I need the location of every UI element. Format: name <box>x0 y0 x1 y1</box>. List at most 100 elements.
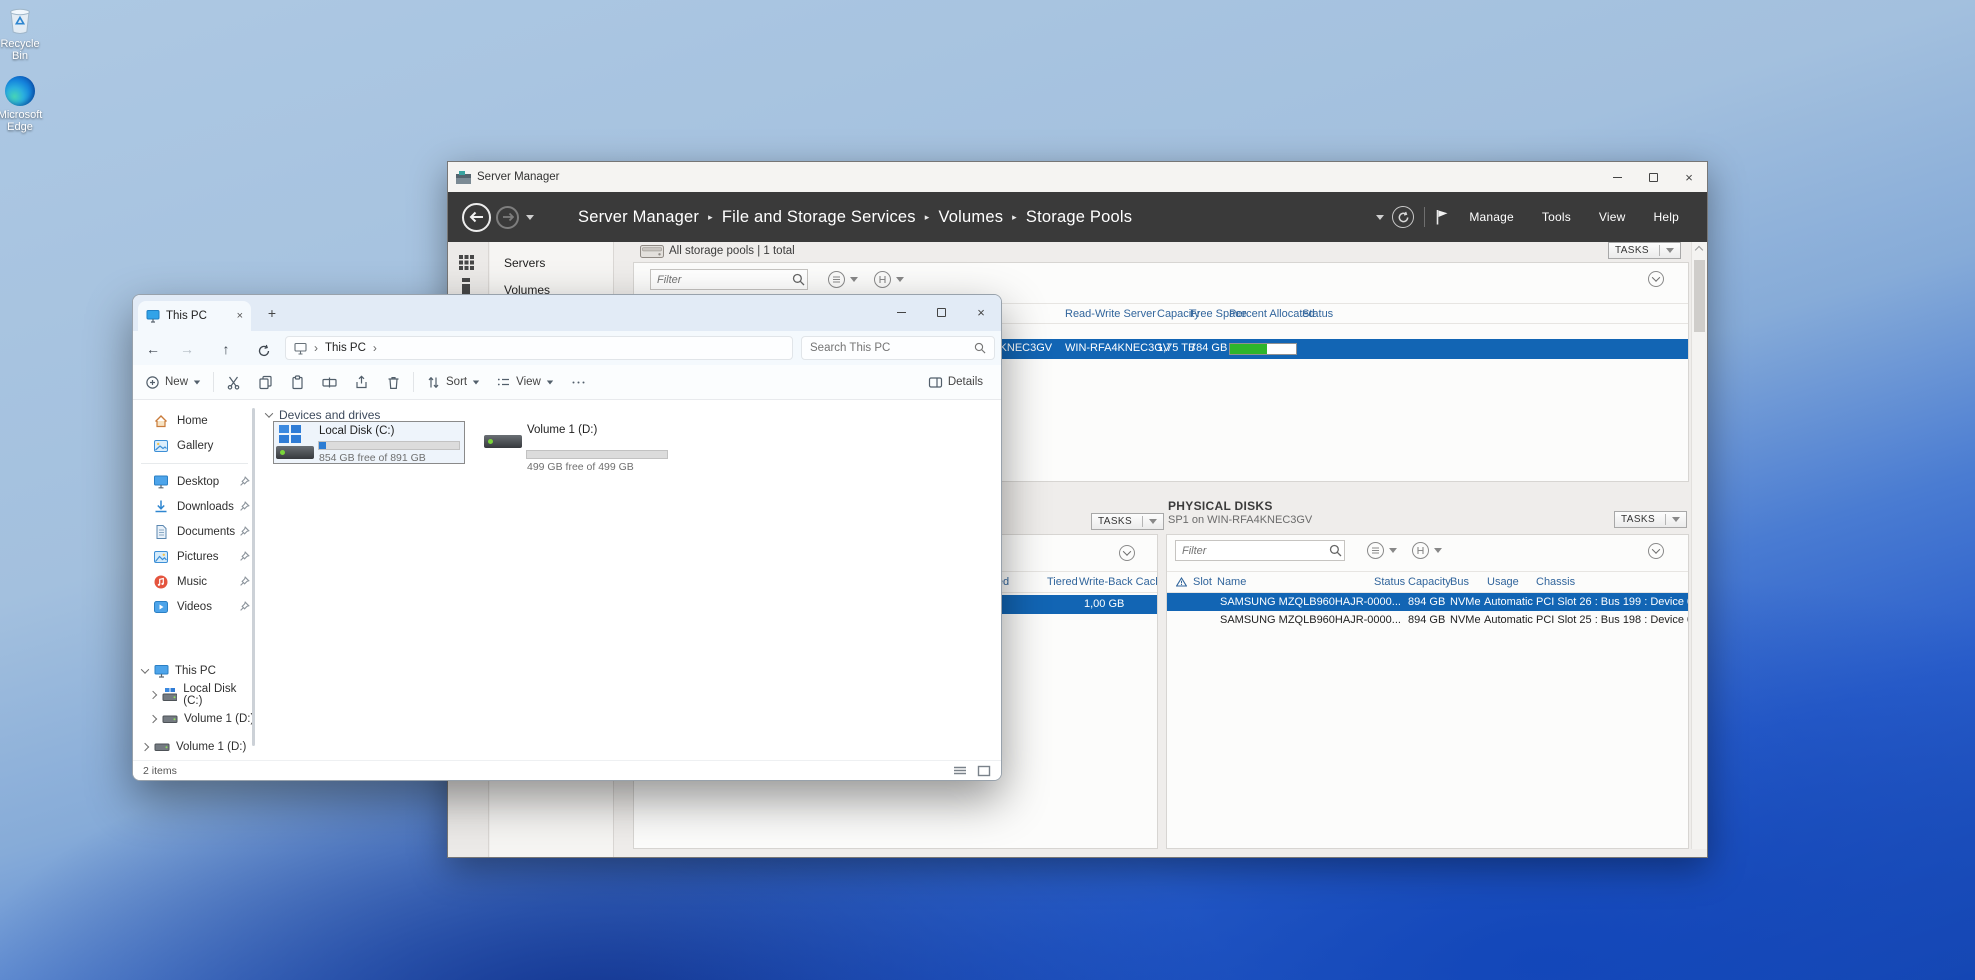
physical-disk-row[interactable]: SAMSUNG MZQLB960HAJR-0000... 894 GB NVMe… <box>1167 611 1688 629</box>
sidebar-item-local-disk-c[interactable]: Local Disk (C:) <box>133 683 256 707</box>
sidebar-item-volume-1-d-root[interactable]: Volume 1 (D:) <box>133 735 256 759</box>
menu-view[interactable]: View <box>1585 210 1640 224</box>
sidebar-item-volume-1-d[interactable]: Volume 1 (D:) <box>133 707 256 731</box>
close-button[interactable]: × <box>961 295 1001 329</box>
maximize-button[interactable] <box>1635 162 1671 192</box>
section-devices-and-drives[interactable]: Devices and drives <box>266 408 380 422</box>
copy-button[interactable] <box>258 375 273 390</box>
up-button[interactable]: ↑ <box>214 338 238 360</box>
sidebar-item-videos[interactable]: Videos <box>133 594 256 619</box>
breadcrumb-item[interactable]: Server Manager <box>578 208 699 227</box>
collapse-pane-button[interactable] <box>1648 271 1664 287</box>
sidebar-item-music[interactable]: Music <box>133 569 256 594</box>
address-box[interactable]: › This PC › <box>285 336 793 360</box>
sidebar-item-servers[interactable]: Servers <box>504 256 613 270</box>
grouping-dropdown[interactable] <box>874 271 904 288</box>
filter-list-dropdown[interactable] <box>1367 542 1397 559</box>
nav-history-caret-icon[interactable] <box>526 215 534 220</box>
breadcrumb-item[interactable]: File and Storage Services <box>722 208 916 227</box>
address-crumb[interactable]: This PC <box>325 342 366 354</box>
dashboard-grid-icon[interactable] <box>459 255 474 270</box>
search-box[interactable]: Search This PC <box>801 336 995 360</box>
minimize-button[interactable] <box>1599 162 1635 192</box>
back-button[interactable]: ← <box>141 338 165 360</box>
refresh-button[interactable] <box>1392 206 1414 228</box>
sidebar-item-gallery[interactable]: Gallery <box>133 433 256 458</box>
filter-list-dropdown[interactable] <box>828 271 858 288</box>
vertical-scrollbar[interactable] <box>1691 242 1707 849</box>
details-view-toggle-icon[interactable] <box>953 765 967 777</box>
paste-button[interactable] <box>290 375 305 390</box>
drive-tile-local-disk-c[interactable]: Local Disk (C:) 854 GB free of 891 GB <box>273 421 465 464</box>
forward-button[interactable] <box>496 206 519 229</box>
new-tab-button[interactable]: + <box>261 301 283 325</box>
sidebar-item-this-pc[interactable]: This PC <box>133 659 256 683</box>
menu-help[interactable]: Help <box>1640 210 1693 224</box>
chevron-right-icon[interactable] <box>149 715 157 723</box>
physical-disks-tasks-button[interactable]: TASKS <box>1614 511 1687 528</box>
desktop-icon-recycle-bin[interactable]: Recycle Bin <box>0 5 49 62</box>
chevron-down-icon[interactable] <box>141 665 149 673</box>
collapse-pane-button[interactable] <box>1648 543 1664 559</box>
details-button[interactable]: Details <box>928 375 983 390</box>
sidebar-scrollbar-thumb[interactable] <box>252 408 255 746</box>
close-button[interactable]: × <box>1671 162 1707 192</box>
sidebar-item-pictures[interactable]: Pictures <box>133 544 256 569</box>
chevron-right-icon[interactable] <box>141 743 149 751</box>
breadcrumb-item[interactable]: Storage Pools <box>1026 208 1132 227</box>
tab-close-icon[interactable]: × <box>237 310 243 322</box>
column-status[interactable]: Status <box>1374 576 1405 588</box>
scroll-up-icon[interactable] <box>1695 246 1703 254</box>
notifications-caret-icon[interactable] <box>1376 215 1384 220</box>
cut-button[interactable] <box>226 375 241 390</box>
virtual-disks-tasks-button[interactable]: TASKS <box>1091 513 1164 530</box>
rename-button[interactable] <box>322 375 337 390</box>
local-server-icon[interactable] <box>462 278 470 295</box>
drive-name: Volume 1 (D:) <box>527 424 597 436</box>
chevron-right-icon[interactable] <box>149 691 157 699</box>
refresh-button[interactable] <box>252 338 276 360</box>
server-manager-titlebar[interactable]: Server Manager × <box>448 162 1707 192</box>
maximize-button[interactable] <box>921 295 961 329</box>
column-chassis[interactable]: Chassis <box>1536 576 1575 588</box>
column-usage[interactable]: Usage <box>1487 576 1519 588</box>
collapse-pane-button[interactable] <box>1119 545 1135 561</box>
view-button[interactable]: View <box>496 375 554 390</box>
alert-column-icon[interactable] <box>1176 577 1187 587</box>
share-button[interactable] <box>354 375 369 390</box>
more-options-button[interactable] <box>571 375 586 390</box>
physical-disk-row-selected[interactable]: SAMSUNG MZQLB960HAJR-0000... 894 GB NVMe… <box>1167 593 1688 611</box>
tab-this-pc[interactable]: This PC × <box>138 301 251 331</box>
large-icons-view-toggle-icon[interactable] <box>977 765 991 777</box>
column-status[interactable]: Status <box>1302 308 1333 320</box>
flag-icon[interactable] <box>1435 209 1449 225</box>
column-tiered[interactable]: Tiered <box>1047 576 1078 588</box>
column-slot[interactable]: Slot <box>1193 576 1212 588</box>
drive-tile-volume-1-d[interactable]: Volume 1 (D:) 499 GB free of 499 GB <box>482 421 672 464</box>
column-name[interactable]: Name <box>1217 576 1246 588</box>
sidebar-item-downloads[interactable]: Downloads <box>133 494 256 519</box>
minimize-button[interactable] <box>881 295 921 329</box>
forward-button[interactable]: → <box>175 338 199 360</box>
column-read-write-server[interactable]: Read-Write Server <box>1065 308 1156 320</box>
physical-disks-filter-input[interactable] <box>1175 540 1345 561</box>
scrollbar-thumb[interactable] <box>1694 260 1705 332</box>
menu-tools[interactable]: Tools <box>1528 210 1585 224</box>
column-write-back-cache[interactable]: Write-Back Cache <box>1079 576 1158 588</box>
grouping-dropdown[interactable] <box>1412 542 1442 559</box>
sidebar-item-desktop[interactable]: Desktop <box>133 469 256 494</box>
column-bus[interactable]: Bus <box>1450 576 1469 588</box>
back-button[interactable] <box>462 203 491 232</box>
column-capacity[interactable]: Capacity <box>1408 576 1451 588</box>
sort-button[interactable]: Sort <box>426 375 480 390</box>
breadcrumb-item[interactable]: Volumes <box>938 208 1003 227</box>
new-button[interactable]: New <box>145 375 201 390</box>
storage-pool-icon <box>640 245 664 258</box>
menu-manage[interactable]: Manage <box>1455 210 1528 224</box>
storage-pools-filter-input[interactable] <box>650 269 808 290</box>
sidebar-item-documents[interactable]: Documents <box>133 519 256 544</box>
storage-pools-tasks-button[interactable]: TASKS <box>1608 242 1681 259</box>
desktop-icon-edge[interactable]: Microsoft Edge <box>0 76 49 133</box>
sidebar-item-home[interactable]: Home <box>133 408 256 433</box>
delete-button[interactable] <box>386 375 401 390</box>
